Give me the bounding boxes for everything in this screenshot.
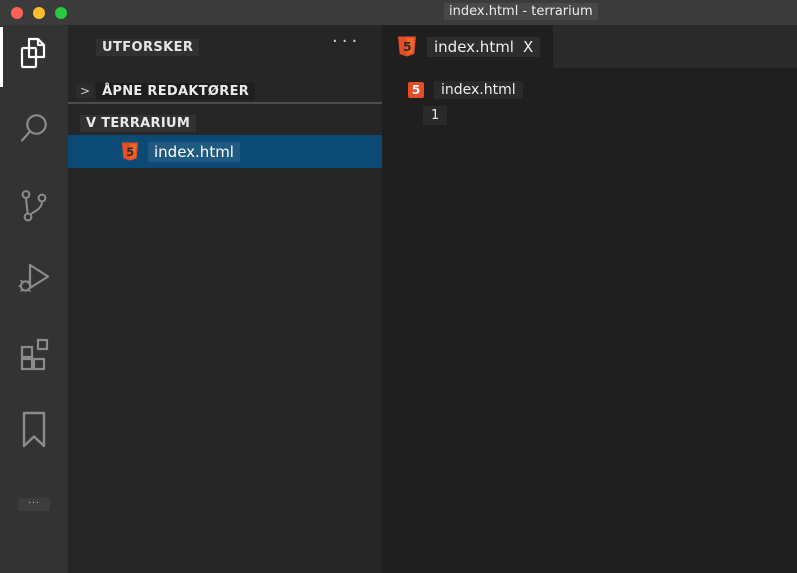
files-icon: [20, 37, 46, 69]
window-title: index.html - terrarium: [444, 3, 598, 20]
chevron-right-icon: >: [76, 84, 95, 98]
section-terrarium[interactable]: V TERRARIUM: [68, 111, 382, 135]
html5-file-icon: 5: [121, 142, 139, 161]
svg-text:5: 5: [126, 144, 134, 158]
close-tab-icon[interactable]: X: [523, 38, 533, 56]
vscode-window: index.html - terrarium ... UTFORSKER ···…: [0, 0, 797, 573]
titlebar[interactable]: index.html - terrarium: [0, 0, 797, 25]
breadcrumb[interactable]: 5 index.html: [408, 78, 523, 102]
views-more-actions-icon[interactable]: ···: [332, 31, 361, 52]
extensions-icon: [20, 338, 48, 371]
activity-item-bookmarks[interactable]: [0, 410, 68, 450]
code-line-1[interactable]: 1: [382, 106, 448, 125]
zoom-window-button[interactable]: [55, 7, 67, 19]
bookmark-icon: [22, 411, 46, 448]
activity-item-source-control[interactable]: [0, 188, 68, 224]
tab-bar: 5 index.html X: [382, 25, 797, 68]
section-open-editors[interactable]: > ÅPNE REDAKTØRER: [68, 79, 382, 103]
activity-item-search[interactable]: [0, 113, 68, 145]
tab-index-html[interactable]: 5 index.html X: [382, 25, 553, 68]
section-label-open-editors: ÅPNE REDAKTØRER: [96, 82, 256, 100]
html5-file-icon: 5: [398, 36, 416, 57]
run-debug-icon: [18, 263, 50, 292]
explorer-sidebar: UTFORSKER ··· > ÅPNE REDAKTØRER V TERRAR…: [68, 25, 382, 573]
chevron-down-icon: V: [86, 115, 97, 131]
tab-label: index.html: [434, 37, 514, 56]
close-window-button[interactable]: [11, 7, 23, 19]
breadcrumb-item-file[interactable]: index.html: [434, 81, 523, 99]
search-icon: [20, 114, 47, 142]
source-control-icon: [21, 190, 47, 222]
activity-bar: ...: [0, 25, 68, 573]
minimize-window-button[interactable]: [33, 7, 45, 19]
line-number: 1: [423, 106, 448, 125]
sidebar-header: UTFORSKER ···: [68, 25, 382, 61]
file-item-index-html[interactable]: 5 index.html: [68, 135, 382, 168]
traffic-lights: [11, 7, 67, 19]
sidebar-title: UTFORSKER: [96, 39, 200, 56]
activity-item-explorer[interactable]: [0, 37, 68, 71]
activity-item-extensions[interactable]: [0, 337, 68, 372]
html5-breadcrumb-icon: 5: [408, 82, 424, 98]
section-label-terrarium: V TERRARIUM: [80, 114, 197, 132]
activity-item-run-debug[interactable]: [0, 258, 68, 295]
file-name: index.html: [148, 141, 240, 162]
svg-text:5: 5: [403, 39, 412, 54]
more-actions-button[interactable]: ...: [18, 497, 50, 511]
editor-area: 5 index.html X 5 index.html 1: [382, 25, 797, 573]
section-divider: [68, 102, 382, 104]
tab-label-box: index.html X: [427, 36, 541, 57]
